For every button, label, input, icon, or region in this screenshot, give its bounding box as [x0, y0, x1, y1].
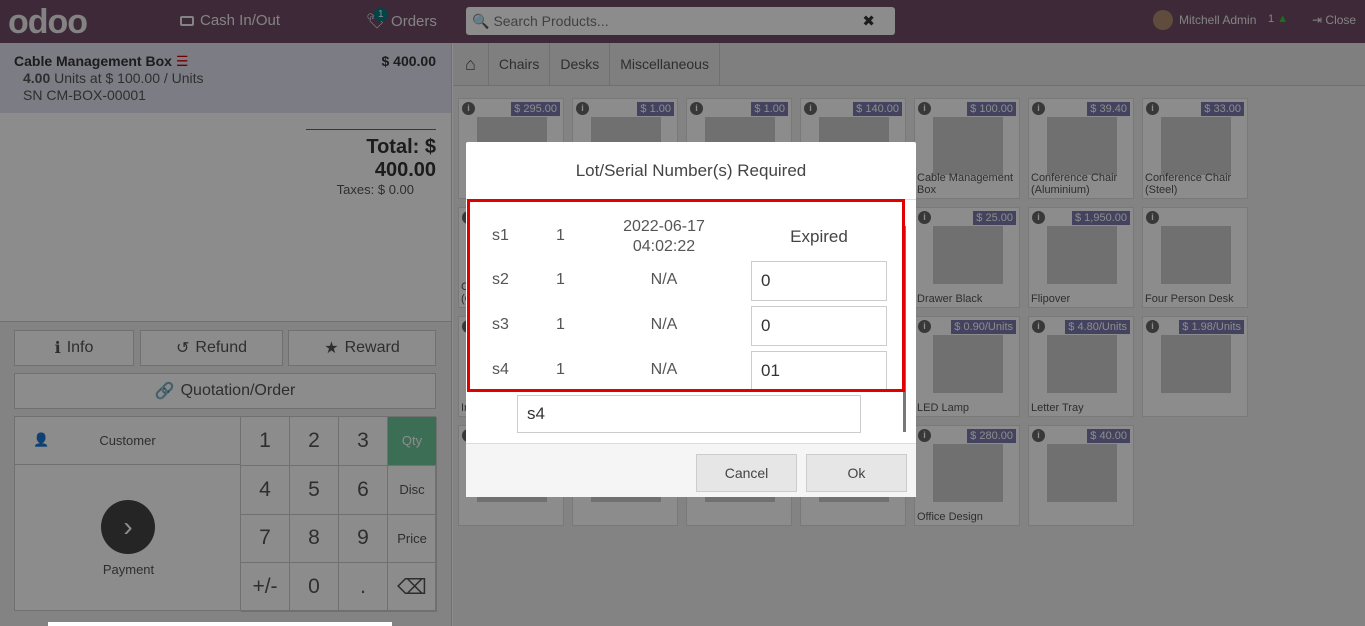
highlight-annotation	[467, 199, 905, 392]
dialog-title: Lot/Serial Number(s) Required	[466, 142, 916, 200]
new-lot-input[interactable]	[517, 395, 861, 433]
ok-button[interactable]: Ok	[806, 454, 907, 492]
cancel-button[interactable]: Cancel	[696, 454, 797, 492]
dialog-footer: Cancel Ok	[466, 443, 916, 497]
divider	[48, 622, 392, 626]
